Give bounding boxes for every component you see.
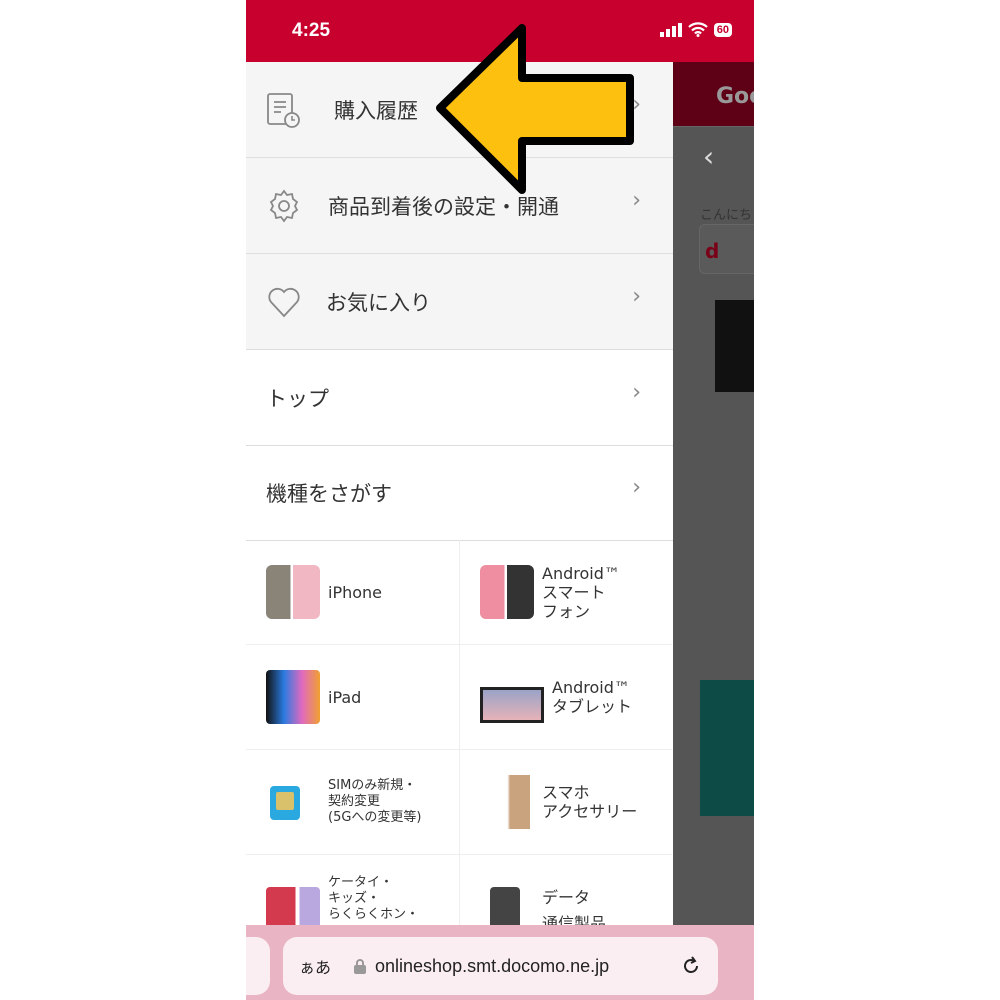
annotation-arrow — [436, 24, 634, 194]
yellow-arrow-icon — [436, 24, 634, 194]
